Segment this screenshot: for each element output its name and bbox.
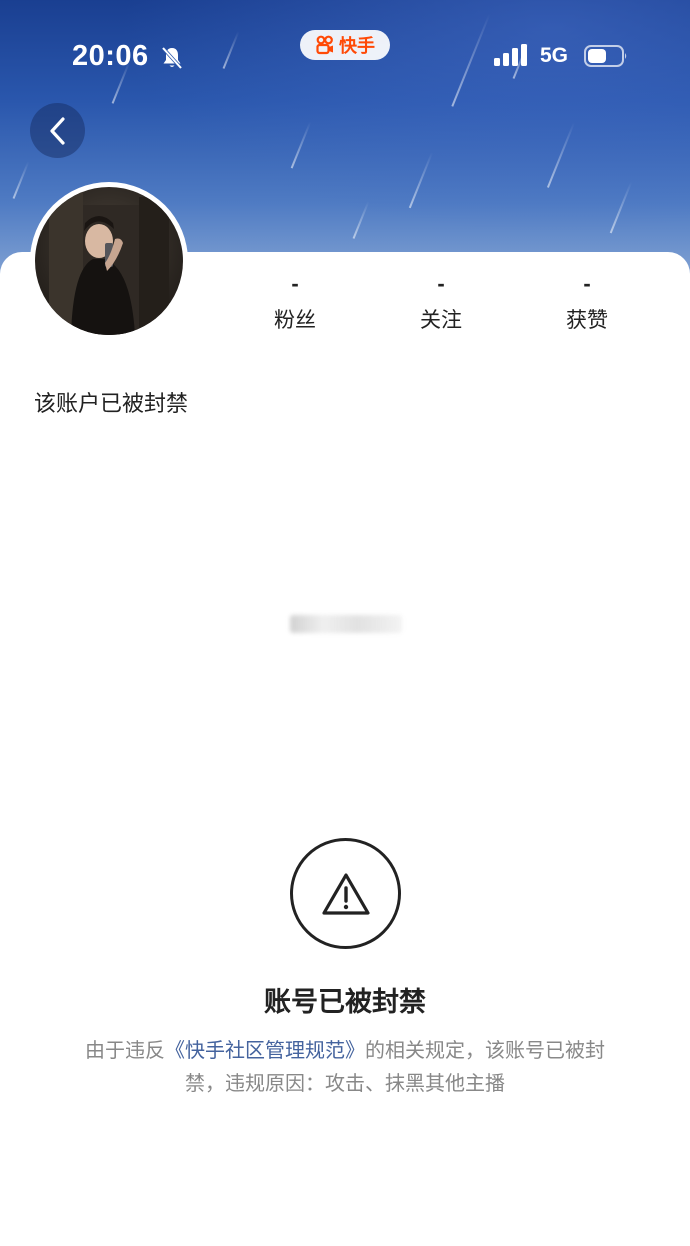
stat-followers-label: 粉丝 (274, 308, 316, 332)
profile-screen: 20:06 快手 5G - 粉丝 - 关注 - 获赞 该账户已被封禁 账号已被封… (0, 0, 690, 1246)
stat-likes[interactable]: - 获赞 (514, 272, 660, 342)
warning-icon (290, 838, 401, 949)
signal-icon (494, 44, 527, 66)
stat-following-value: - (437, 271, 445, 296)
network-type: 5G (540, 44, 569, 67)
status-bar: 20:06 快手 5G (0, 30, 690, 82)
ban-description: 由于违反《快手社区管理规范》的相关规定，该账号已被封禁，违规原因：攻击、抹黑其他… (70, 1034, 620, 1100)
avatar-image (35, 187, 183, 335)
stat-following-label: 关注 (420, 308, 462, 332)
account-status-line: 该账户已被封禁 (34, 392, 189, 417)
battery-icon (584, 45, 627, 67)
loading-placeholder (290, 615, 402, 633)
stat-followers[interactable]: - 粉丝 (222, 272, 368, 342)
stat-following[interactable]: - 关注 (368, 272, 514, 342)
stat-likes-label: 获赞 (566, 308, 608, 332)
profile-stats: - 粉丝 - 关注 - 获赞 (222, 272, 662, 342)
stat-followers-value: - (291, 271, 299, 296)
app-badge-pill[interactable]: 快手 (300, 30, 390, 60)
bell-muted-icon (161, 46, 183, 70)
back-button[interactable] (30, 103, 85, 158)
stat-likes-value: - (583, 271, 591, 296)
avatar[interactable] (30, 182, 188, 340)
app-badge-label: 快手 (339, 36, 375, 57)
community-guidelines-link[interactable]: 《快手社区管理规范》 (165, 1038, 365, 1062)
ban-desc-prefix: 由于违反 (85, 1038, 165, 1062)
kuaishou-logo-icon (316, 35, 333, 55)
ban-title: 账号已被封禁 (264, 987, 426, 1018)
status-time: 20:06 (72, 40, 149, 72)
chevron-left-icon (49, 116, 65, 145)
